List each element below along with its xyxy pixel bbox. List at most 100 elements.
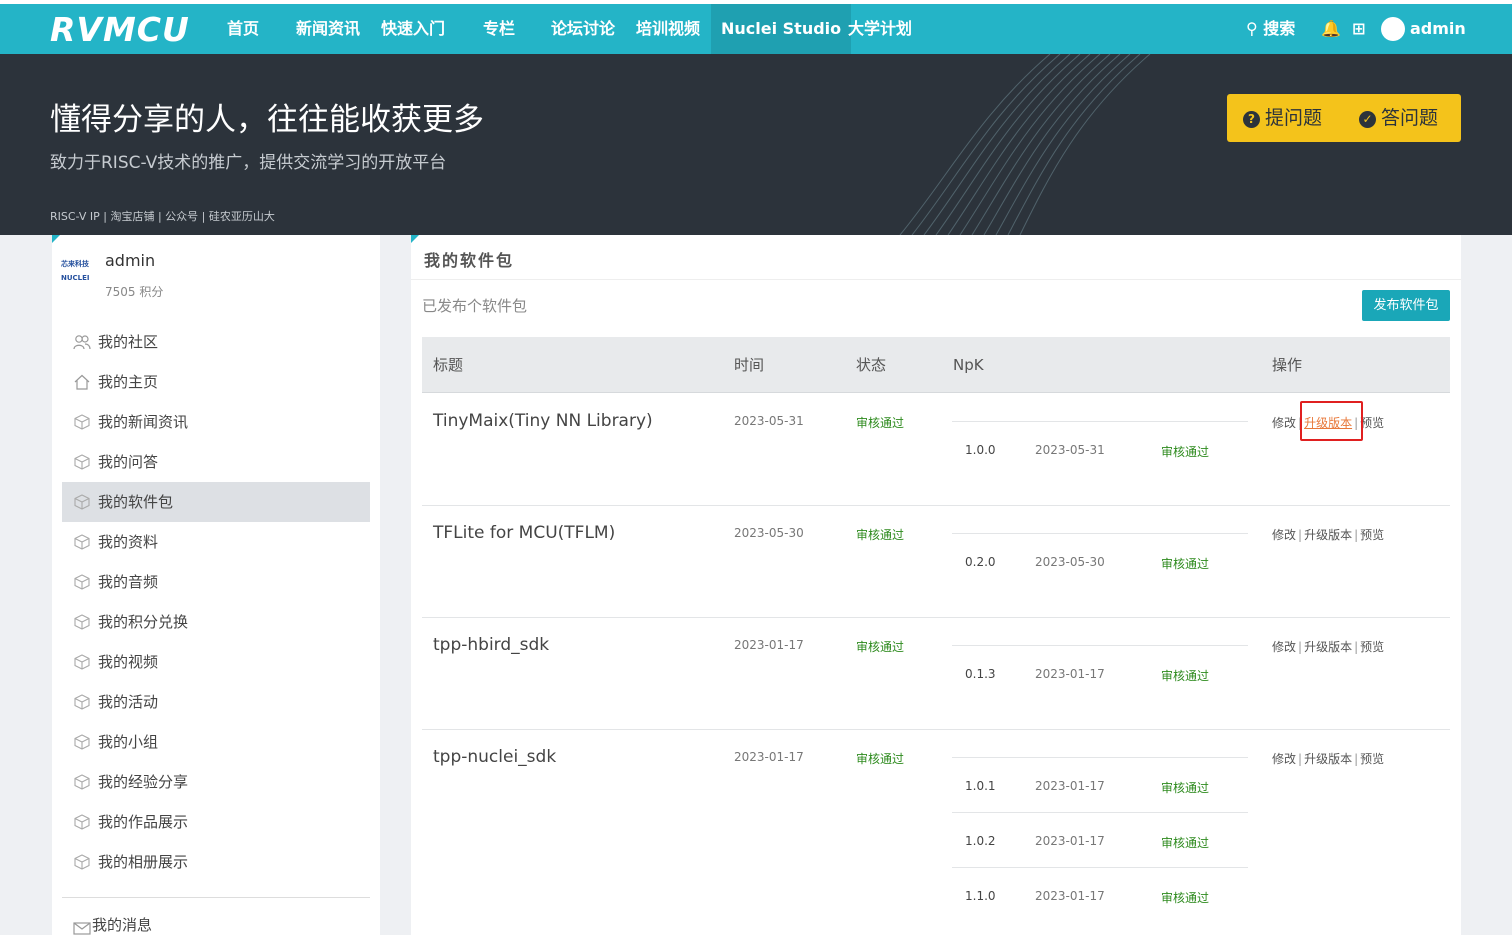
sidebar-item-label: 我的积分兑换: [98, 613, 189, 631]
separator: |: [1354, 752, 1359, 766]
plus-icon[interactable]: ⊞: [1352, 4, 1365, 54]
row-divider: [422, 505, 1450, 506]
package-title[interactable]: TinyMaix(Tiny NN Library): [433, 411, 653, 431]
corner-marker: [52, 235, 60, 243]
user-org-logo: 芯来科技 NUCLEI: [61, 260, 90, 282]
nav-search[interactable]: ⚲ 搜索: [1246, 4, 1295, 54]
package-date: 2023-01-17: [734, 638, 804, 652]
home-icon: [74, 374, 90, 390]
table-header: 标题 时间 状态 NpK 操作: [422, 337, 1450, 393]
row-actions: 修改 | 升级版本 | 预览: [1272, 526, 1384, 543]
preview-link[interactable]: 预览: [1360, 640, 1384, 654]
nav-quickstart[interactable]: 快速入门: [381, 4, 445, 54]
nav-column[interactable]: 专栏: [483, 4, 515, 54]
sidebar-item-qa[interactable]: 我的问答: [62, 442, 370, 482]
sidebar-item-homepage[interactable]: 我的主页: [62, 362, 370, 402]
sidebar-item-experience[interactable]: 我的经验分享: [62, 762, 370, 802]
nav-nuclei-studio[interactable]: Nuclei Studio: [711, 4, 852, 54]
sidebar-item-label: 我的视频: [98, 653, 159, 671]
corner-marker: [411, 235, 419, 243]
sidebar-item-videos[interactable]: 我的视频: [62, 642, 370, 682]
upgrade-version-link[interactable]: 升级版本: [1304, 640, 1352, 654]
edit-link[interactable]: 修改: [1272, 640, 1296, 654]
top-navbar: RVMCU 首页 新闻资讯 快速入门 专栏 论坛讨论 培训视频 Nuclei S…: [0, 4, 1512, 54]
version-number: 1.1.0: [965, 889, 996, 903]
version-divider: [952, 867, 1248, 868]
version-date: 2023-05-31: [1035, 443, 1105, 457]
nav-username[interactable]: admin: [1410, 4, 1466, 54]
version-status: 审核通过: [1161, 557, 1210, 571]
sidebar-item-community[interactable]: 我的社区: [62, 322, 370, 362]
cube-icon: [74, 694, 90, 710]
bell-icon[interactable]: 🔔: [1321, 4, 1341, 54]
sidebar-item-label: 我的作品展示: [98, 813, 189, 831]
nav-university[interactable]: 大学计划: [848, 4, 912, 54]
version-divider: [952, 421, 1248, 422]
column-status: 状态: [856, 356, 887, 374]
sidebar-username[interactable]: admin: [105, 251, 155, 270]
sidebar: 芯来科技 NUCLEI admin 7505 积分 我的社区 我的主页 我的新闻…: [52, 235, 380, 935]
package-title[interactable]: tpp-hbird_sdk: [433, 635, 549, 655]
sidebar-item-news[interactable]: 我的新闻资讯: [62, 402, 370, 442]
sidebar-item-groups[interactable]: 我的小组: [62, 722, 370, 762]
hero-button-group: ? 提问题 ✓ 答问题: [1227, 94, 1461, 142]
separator: |: [1354, 640, 1359, 654]
sidebar-item-documents[interactable]: 我的资料: [62, 522, 370, 562]
question-icon: ?: [1243, 111, 1260, 128]
row-actions: 修改 | 升级版本 | 预览: [1272, 750, 1384, 767]
preview-link[interactable]: 预览: [1360, 752, 1384, 766]
version-date: 2023-05-30: [1035, 555, 1105, 569]
preview-link[interactable]: 预览: [1360, 528, 1384, 542]
version-number: 0.2.0: [965, 555, 996, 569]
cube-icon: [74, 854, 90, 870]
publish-package-button[interactable]: 发布软件包: [1362, 290, 1450, 321]
version-number: 1.0.2: [965, 834, 996, 848]
cube-icon: [74, 654, 90, 670]
nav-forum[interactable]: 论坛讨论: [551, 4, 615, 54]
answer-question-button[interactable]: ✓ 答问题: [1359, 94, 1438, 142]
sidebar-item-label: 我的经验分享: [98, 773, 189, 791]
sidebar-item-label: 我的消息: [92, 916, 153, 934]
version-date: 2023-01-17: [1035, 667, 1105, 681]
nav-home[interactable]: 首页: [227, 4, 259, 54]
upgrade-version-link[interactable]: 升级版本: [1304, 752, 1352, 766]
separator: |: [1354, 528, 1359, 542]
version-divider: [952, 645, 1248, 646]
upgrade-version-link[interactable]: 升级版本: [1304, 528, 1352, 542]
cube-icon: [74, 494, 90, 510]
sidebar-item-label: 我的资料: [98, 533, 159, 551]
sidebar-item-albums[interactable]: 我的相册展示: [62, 842, 370, 882]
search-icon: ⚲: [1246, 19, 1258, 38]
status-badge: 审核通过: [856, 528, 905, 542]
sidebar-item-label: 我的相册展示: [98, 853, 189, 871]
sidebar-divider: [62, 897, 370, 898]
row-divider: [422, 617, 1450, 618]
version-number: 1.0.0: [965, 443, 996, 457]
avatar[interactable]: [1381, 17, 1405, 41]
column-title: 标题: [433, 356, 464, 374]
sidebar-item-events[interactable]: 我的活动: [62, 682, 370, 722]
sidebar-item-packages[interactable]: 我的软件包: [62, 482, 370, 522]
row-divider: [422, 729, 1450, 730]
edit-link[interactable]: 修改: [1272, 752, 1296, 766]
status-badge: 审核通过: [856, 752, 905, 766]
nav-news[interactable]: 新闻资讯: [296, 4, 360, 54]
nav-training[interactable]: 培训视频: [636, 4, 700, 54]
site-logo[interactable]: RVMCU: [50, 13, 190, 47]
package-title[interactable]: tpp-nuclei_sdk: [433, 747, 556, 767]
preview-link[interactable]: 预览: [1360, 416, 1384, 430]
sidebar-item-messages[interactable]: 我的消息: [62, 915, 370, 935]
cube-icon: [74, 534, 90, 550]
sidebar-item-points-exchange[interactable]: 我的积分兑换: [62, 602, 370, 642]
sidebar-item-works[interactable]: 我的作品展示: [62, 802, 370, 842]
sidebar-item-audio[interactable]: 我的音频: [62, 562, 370, 602]
package-title[interactable]: TFLite for MCU(TFLM): [433, 523, 615, 543]
sidebar-item-label: 我的社区: [98, 333, 159, 351]
version-date: 2023-01-17: [1035, 834, 1105, 848]
hero-links[interactable]: RISC-V IP | 淘宝店铺 | 公众号 | 硅农亚历山大: [50, 208, 275, 224]
edit-link[interactable]: 修改: [1272, 416, 1296, 430]
ask-question-button[interactable]: ? 提问题: [1243, 94, 1322, 142]
package-date: 2023-01-17: [734, 750, 804, 764]
column-npk: NpK: [953, 356, 984, 374]
edit-link[interactable]: 修改: [1272, 528, 1296, 542]
